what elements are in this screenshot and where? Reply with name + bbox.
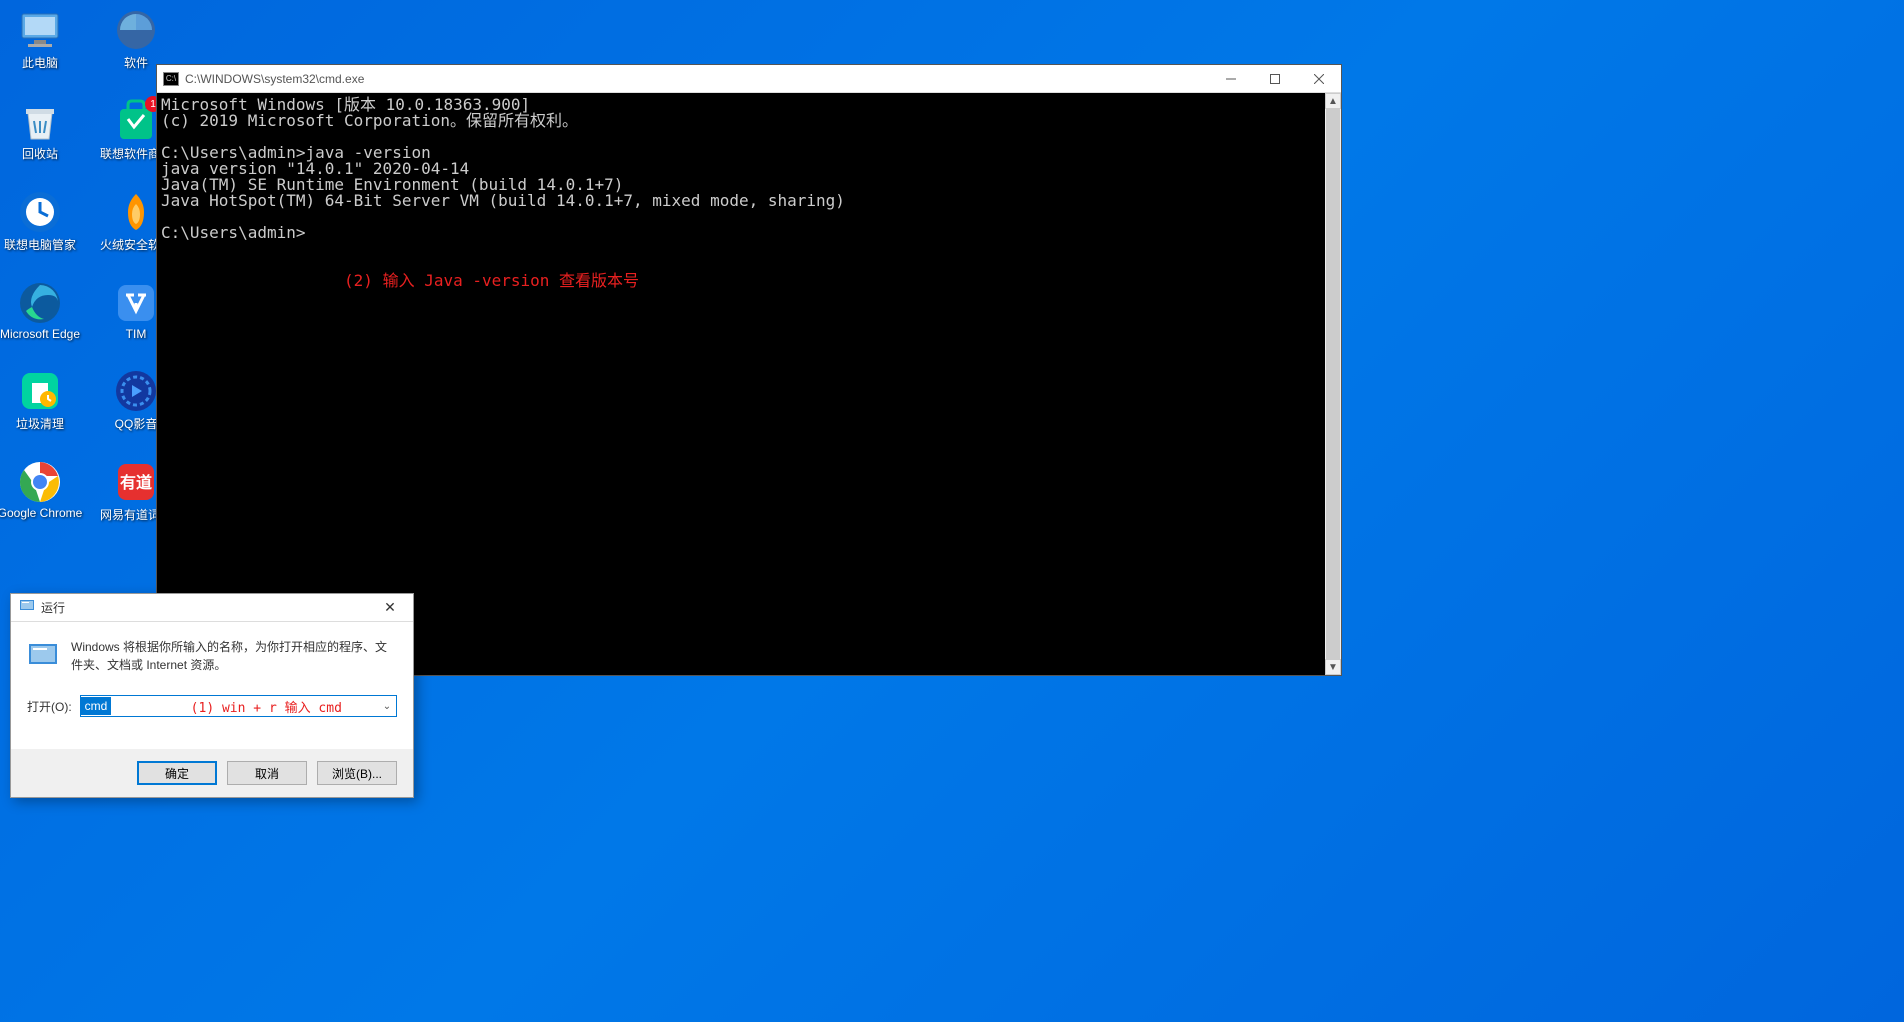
run-dialog-title: 运行 [41, 599, 375, 616]
recycle-bin-icon [18, 99, 62, 143]
cancel-button[interactable]: 取消 [227, 761, 307, 785]
cmd-window-title: C:\WINDOWS\system32\cmd.exe [185, 72, 1209, 86]
scroll-up[interactable]: ▲ [1325, 93, 1341, 109]
ok-button[interactable]: 确定 [137, 761, 217, 785]
desktop-icon-edge[interactable]: Microsoft Edge [8, 281, 72, 341]
svg-text:有道: 有道 [120, 473, 152, 492]
run-body-icon [27, 638, 59, 675]
browse-button[interactable]: 浏览(B)... [317, 761, 397, 785]
edge-icon [18, 281, 62, 325]
qq-player-icon [114, 369, 158, 413]
scroll-thumb[interactable] [1326, 109, 1340, 659]
scrollbar[interactable]: ▲ ▼ [1325, 93, 1341, 675]
close-button[interactable] [1297, 65, 1341, 93]
run-input[interactable] [81, 697, 111, 715]
cmd-body: Microsoft Windows [版本 10.0.18363.900] (c… [157, 93, 1341, 675]
lenovo-store-icon: 1 [114, 99, 158, 143]
annotation-2: (2) 输入 Java -version 查看版本号 [344, 271, 639, 290]
software-icon [114, 8, 158, 52]
huorong-icon [114, 190, 158, 234]
run-input-wrap[interactable]: (1) win + r 输入 cmd ⌄ [80, 695, 397, 717]
run-button-row: 确定 取消 浏览(B)... [11, 749, 413, 797]
this-pc-icon [18, 8, 62, 52]
desktop-icons: 此电脑 软件 回收站 1 联想软件商店 联想电脑 [8, 8, 168, 523]
desktop-icon-chrome[interactable]: Google Chrome [8, 460, 72, 523]
run-close-button[interactable]: ✕ [375, 598, 405, 618]
desktop-icon-lenovo-manager[interactable]: 联想电脑管家 [8, 190, 72, 253]
run-icon [19, 597, 35, 618]
maximize-button[interactable] [1253, 65, 1297, 93]
cmd-content[interactable]: Microsoft Windows [版本 10.0.18363.900] (c… [157, 93, 1325, 675]
lenovo-manager-icon [18, 190, 62, 234]
cmd-titlebar[interactable]: C:\ C:\WINDOWS\system32\cmd.exe [157, 65, 1341, 93]
run-description: Windows 将根据你所输入的名称，为你打开相应的程序、文件夹、文档或 Int… [71, 638, 397, 675]
minimize-button[interactable] [1209, 65, 1253, 93]
scroll-track[interactable] [1325, 109, 1341, 659]
chrome-icon [18, 460, 62, 504]
scroll-down[interactable]: ▼ [1325, 659, 1341, 675]
run-dialog: 运行 ✕ Windows 将根据你所输入的名称，为你打开相应的程序、文件夹、文档… [10, 593, 414, 798]
cmd-window: C:\ C:\WINDOWS\system32\cmd.exe Microsof… [156, 64, 1342, 676]
run-titlebar[interactable]: 运行 ✕ [11, 594, 413, 622]
tim-icon [114, 281, 158, 325]
dropdown-arrow-icon[interactable]: ⌄ [378, 701, 396, 712]
run-open-label: 打开(O): [27, 698, 72, 715]
desktop-icon-trash-clean[interactable]: 垃圾清理 [8, 369, 72, 432]
desktop-icon-recycle-bin[interactable]: 回收站 [8, 99, 72, 162]
desktop-icon-software[interactable]: 软件 [104, 8, 168, 71]
desktop-icon-this-pc[interactable]: 此电脑 [8, 8, 72, 71]
youdao-icon: 有道 [114, 460, 158, 504]
annotation-1: (1) win + r 输入 cmd [191, 697, 342, 716]
trash-clean-icon [18, 369, 62, 413]
cmd-icon: C:\ [163, 72, 179, 86]
